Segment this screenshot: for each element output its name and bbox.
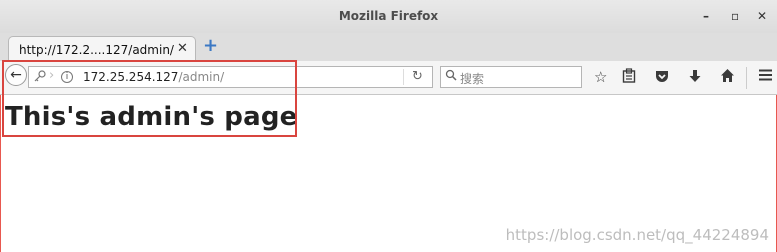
url-divider bbox=[403, 69, 404, 85]
reload-icon[interactable]: ↻ bbox=[412, 69, 423, 84]
annotation-highlight-box bbox=[2, 60, 297, 137]
window-title: Mozilla Firefox bbox=[338, 9, 439, 23]
tab-label: http://172.2....127/admin/ bbox=[19, 43, 174, 57]
window-titlebar: Mozilla Firefox – ▫ ✕ bbox=[0, 0, 777, 33]
pocket-icon[interactable] bbox=[654, 68, 670, 88]
toolbar-divider bbox=[746, 67, 747, 89]
menu-icon[interactable] bbox=[758, 68, 773, 86]
tab-strip: http://172.2....127/admin/ ✕ + bbox=[0, 33, 777, 62]
search-placeholder: 搜索 bbox=[460, 72, 485, 86]
home-icon[interactable] bbox=[720, 68, 735, 87]
search-icon bbox=[445, 68, 457, 85]
minimize-icon[interactable]: – bbox=[703, 8, 709, 24]
close-tab-icon[interactable]: ✕ bbox=[177, 41, 188, 56]
new-tab-icon[interactable]: + bbox=[203, 37, 218, 55]
download-icon[interactable] bbox=[688, 68, 702, 88]
search-input[interactable]: 搜索 bbox=[440, 66, 582, 88]
maximize-icon[interactable]: ▫ bbox=[731, 8, 739, 24]
bookmark-star-icon[interactable]: ☆ bbox=[594, 68, 607, 86]
tab-admin[interactable]: http://172.2....127/admin/ ✕ bbox=[8, 36, 196, 62]
reading-list-icon[interactable] bbox=[622, 68, 636, 88]
watermark-text: https://blog.csdn.net/qq_44224894 bbox=[505, 226, 769, 244]
close-window-icon[interactable]: ✕ bbox=[757, 8, 767, 24]
